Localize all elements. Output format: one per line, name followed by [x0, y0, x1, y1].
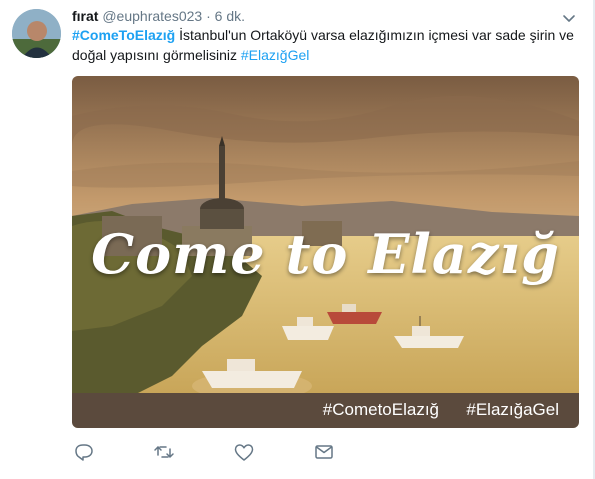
avatar[interactable]: [12, 9, 61, 58]
media-hashtag-2: #ElazığaGel: [466, 400, 559, 419]
avatar-image: [12, 9, 61, 58]
display-name[interactable]: fırat: [72, 8, 98, 24]
hashtag-link-2[interactable]: #ElazığGel: [241, 47, 309, 63]
tweet-media[interactable]: Come to Elazığ #CometoElazığ #ElazığaGel: [72, 76, 579, 428]
media-title: Come to Elazığ: [91, 222, 560, 286]
retweet-icon[interactable]: [152, 440, 176, 464]
more-options-chevron-icon[interactable]: [561, 12, 577, 24]
user-handle[interactable]: @euphrates023: [102, 8, 202, 24]
tweet-header: fırat @euphrates023 · 6 dk.: [72, 6, 245, 26]
separator-dot: ·: [206, 8, 211, 24]
timestamp[interactable]: 6 dk.: [215, 8, 245, 24]
media-hashtag-1: #CometoElazığ: [322, 400, 439, 419]
message-icon[interactable]: [312, 440, 336, 464]
hashtag-link[interactable]: #ComeToElazığ: [72, 27, 175, 43]
tweet-text: #ComeToElazığ İstanbul'un Ortaköyü varsa…: [72, 25, 577, 65]
media-caption-bar: #CometoElazığ #ElazığaGel: [72, 393, 579, 428]
reply-icon[interactable]: [72, 440, 96, 464]
like-icon[interactable]: [232, 440, 256, 464]
tweet-actions: [72, 440, 372, 464]
